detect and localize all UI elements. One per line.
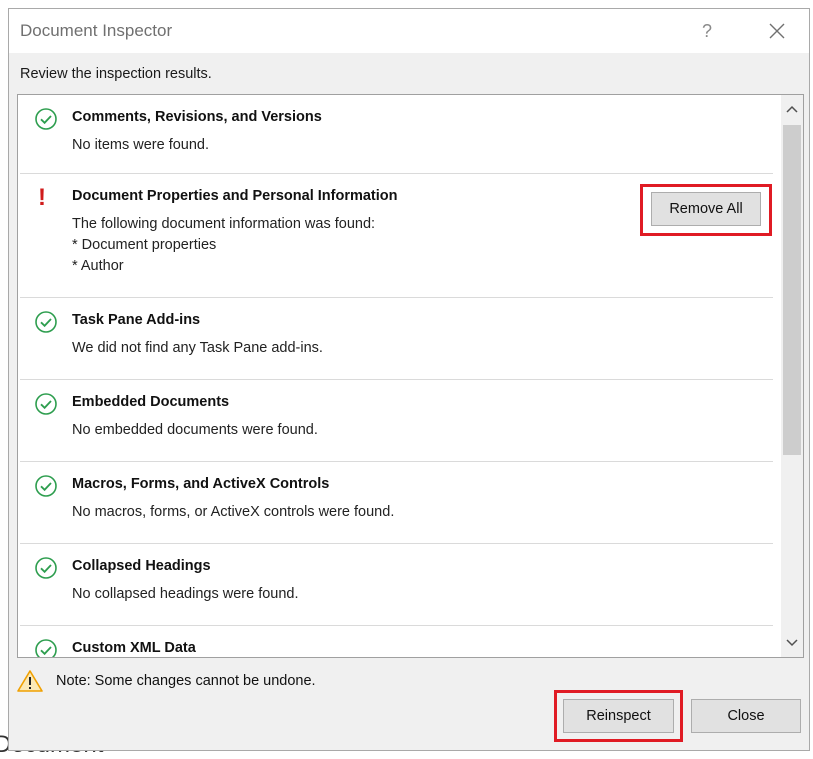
- result-title: Task Pane Add-ins: [72, 312, 201, 328]
- undo-warning-note: Note: Some changes cannot be undone.: [56, 673, 316, 689]
- result-item-comments: Comments, Revisions, and Versions No ite…: [20, 95, 773, 174]
- check-circle-icon: [35, 311, 57, 333]
- close-icon[interactable]: [757, 15, 797, 47]
- result-item-task-pane-addins: Task Pane Add-ins We did not find any Ta…: [20, 298, 773, 380]
- help-icon[interactable]: ?: [689, 15, 725, 47]
- result-description: No collapsed headings were found.: [72, 586, 299, 602]
- scroll-down-icon[interactable]: [781, 631, 803, 655]
- document-inspector-dialog: Document Inspector ? Review the inspecti…: [8, 8, 810, 751]
- check-circle-icon: [35, 108, 57, 130]
- result-description: No macros, forms, or ActiveX controls we…: [72, 504, 395, 520]
- dialog-title: Document Inspector: [20, 21, 173, 40]
- result-description: The following document information was f…: [72, 216, 376, 274]
- check-circle-icon: [35, 557, 57, 579]
- check-circle-icon: [35, 475, 57, 497]
- warning-triangle-icon: [17, 670, 43, 692]
- inspection-results-list: Comments, Revisions, and Versions No ite…: [17, 94, 804, 658]
- reinspect-button[interactable]: Reinspect: [563, 699, 674, 733]
- result-title: Custom XML Data: [72, 640, 196, 656]
- result-title: Document Properties and Personal Informa…: [72, 188, 398, 204]
- result-title: Comments, Revisions, and Versions: [72, 109, 322, 125]
- remove-all-button[interactable]: Remove All: [651, 192, 761, 226]
- title-bar: Document Inspector ?: [9, 9, 809, 53]
- result-item-custom-xml: Custom XML Data: [20, 626, 773, 657]
- results-scrollbar[interactable]: [781, 95, 803, 657]
- scroll-up-icon[interactable]: [781, 97, 803, 121]
- instructions-text: Review the inspection results.: [20, 66, 212, 82]
- result-title: Macros, Forms, and ActiveX Controls: [72, 476, 330, 492]
- result-item-document-properties: ! Document Properties and Personal Infor…: [20, 174, 773, 298]
- check-circle-icon: [35, 393, 57, 415]
- result-title: Collapsed Headings: [72, 558, 211, 574]
- result-description: No items were found.: [72, 137, 210, 153]
- result-title: Embedded Documents: [72, 394, 230, 410]
- result-description: No embedded documents were found.: [72, 422, 318, 438]
- result-item-embedded-documents: Embedded Documents No embedded documents…: [20, 380, 773, 462]
- exclamation-icon: !: [38, 184, 46, 211]
- scrollbar-thumb[interactable]: [783, 125, 801, 455]
- result-description: We did not find any Task Pane add-ins.: [72, 340, 323, 356]
- close-button[interactable]: Close: [691, 699, 801, 733]
- check-circle-icon: [35, 639, 57, 657]
- result-item-macros: Macros, Forms, and ActiveX Controls No m…: [20, 462, 773, 544]
- result-item-collapsed-headings: Collapsed Headings No collapsed headings…: [20, 544, 773, 626]
